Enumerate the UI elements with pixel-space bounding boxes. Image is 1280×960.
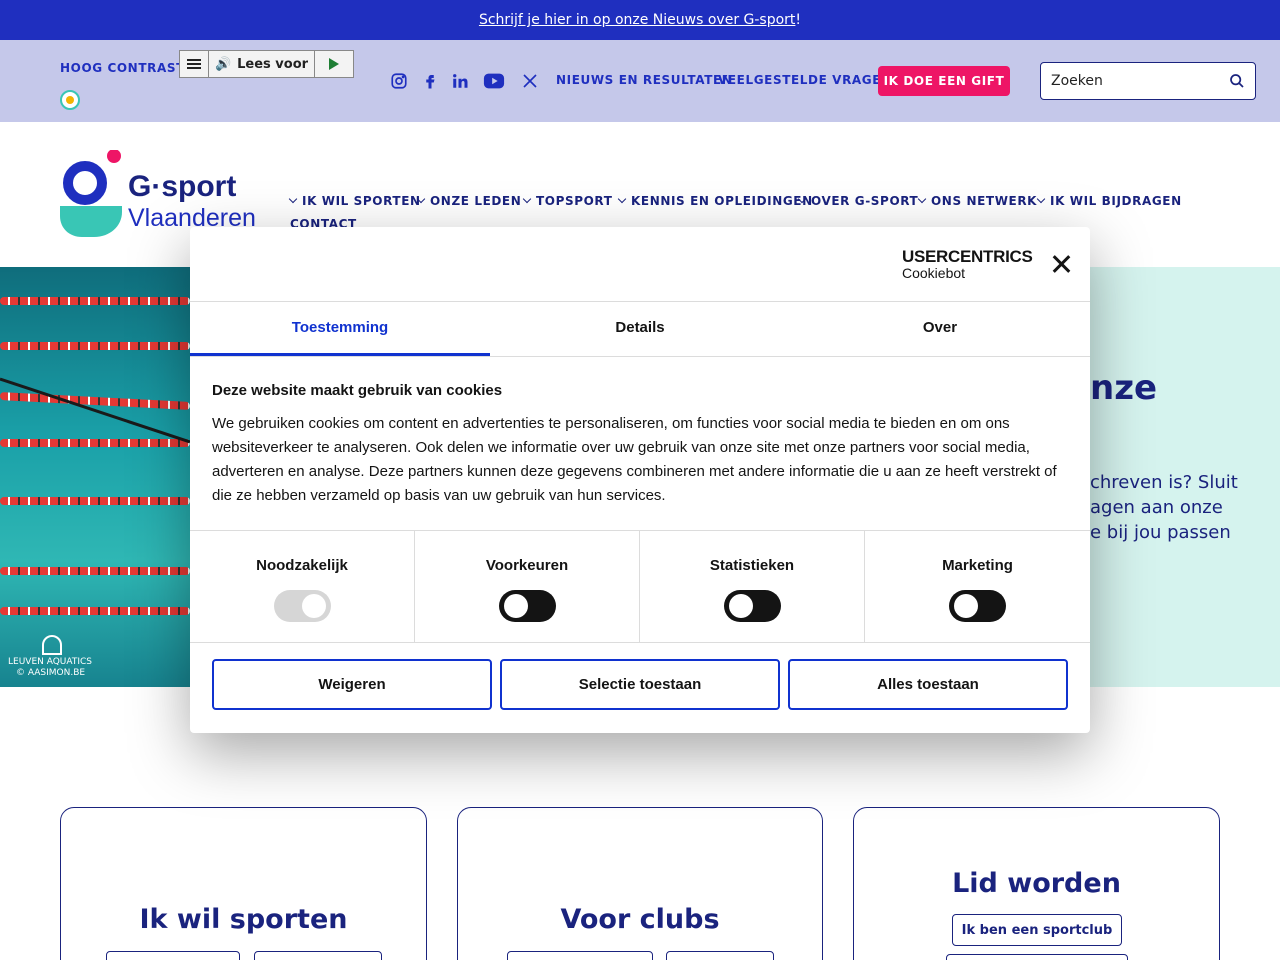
leuven-aquatics-logo	[42, 635, 62, 655]
allow-selection-button[interactable]: Selectie toestaan	[500, 659, 780, 710]
chevron-down-icon	[416, 194, 426, 204]
chevron-down-icon	[797, 194, 807, 204]
allow-all-button[interactable]: Alles toestaan	[788, 659, 1068, 710]
news-results-link[interactable]: NIEUWS EN RESULTATEN	[556, 73, 732, 87]
chevron-down-icon	[288, 194, 298, 204]
donate-button[interactable]: IK DOE EEN GIFT	[878, 66, 1010, 96]
nav-topsport[interactable]: TOPSPORT	[522, 194, 613, 208]
noodzakelijk-toggle	[274, 590, 331, 622]
logo-line1: G·sport	[128, 170, 236, 203]
card-button[interactable]	[666, 951, 774, 960]
read-aloud-widget: 🔊 Lees voor	[179, 50, 354, 78]
facebook-icon[interactable]	[420, 71, 440, 91]
dialog-heading: Deze website maakt gebruik van cookies	[212, 382, 503, 399]
hero-text: chreven is? Sluit agen aan onze e bij jo…	[1090, 472, 1238, 543]
statistieken-toggle[interactable]	[724, 590, 781, 622]
faq-link[interactable]: VEELGESTELDE VRAGEN	[718, 73, 892, 87]
card-voor-clubs: Voor clubs	[457, 807, 823, 960]
high-contrast-toggle[interactable]: HOOG CONTRAST	[60, 61, 185, 75]
newsletter-link[interactable]: Schrijf je hier in op onze Nieuws over G…	[479, 12, 795, 28]
card-title: Voor clubs	[560, 904, 720, 935]
card-button[interactable]	[507, 951, 653, 960]
chevron-down-icon	[617, 194, 627, 204]
close-icon[interactable]	[1052, 255, 1070, 273]
category-statistieken: Statistieken	[640, 531, 865, 642]
tab-details[interactable]: Details	[490, 302, 790, 356]
search-icon[interactable]	[1229, 73, 1245, 89]
tab-over[interactable]: Over	[790, 302, 1090, 356]
utility-bar: HOOG CONTRAST 🔊 Lees voor NIEUWS EN RESU…	[0, 40, 1280, 122]
hero-title: nze	[1090, 368, 1158, 408]
swimmer-arm	[0, 377, 190, 444]
nav-ik-wil-sporten[interactable]: IK WIL SPORTEN	[288, 194, 421, 208]
nav-ons-netwerk[interactable]: ONS NETWERK	[917, 194, 1037, 208]
category-marketing: Marketing	[865, 531, 1090, 642]
consent-categories: Noodzakelijk Voorkeuren Statistieken Mar…	[190, 530, 1090, 643]
card-button[interactable]	[254, 951, 382, 960]
tab-toestemming[interactable]: Toestemming	[190, 302, 490, 356]
play-icon[interactable]	[315, 51, 353, 77]
instagram-icon[interactable]	[389, 71, 409, 91]
search-input[interactable]	[1041, 63, 1211, 99]
nav-ik-wil-bijdragen[interactable]: IK WIL BIJDRAGEN	[1036, 194, 1182, 208]
read-aloud-button[interactable]: 🔊 Lees voor	[209, 51, 315, 77]
category-noodzakelijk: Noodzakelijk	[190, 531, 415, 642]
card-title: Lid worden	[952, 868, 1121, 899]
read-aloud-label: Lees voor	[237, 56, 309, 72]
dialog-tabs: Toestemming Details Over	[190, 302, 1090, 357]
chevron-down-icon	[1036, 194, 1046, 204]
sportclub-button[interactable]: Ik ben een sportclub	[952, 914, 1122, 946]
youtube-icon[interactable]	[483, 71, 505, 91]
marketing-toggle[interactable]	[949, 590, 1006, 622]
chevron-down-icon	[522, 194, 532, 204]
voorkeuren-toggle[interactable]	[499, 590, 556, 622]
chevron-down-icon	[917, 194, 927, 204]
nav-kennis-opleidingen[interactable]: KENNIS EN OPLEIDINGEN	[617, 194, 813, 208]
search-box	[1040, 62, 1256, 100]
cookiebot-logo: USERCENTRICS Cookiebot	[902, 247, 1033, 281]
speaker-icon: 🔊	[214, 56, 232, 72]
nav-over-g-sport[interactable]: OVER G-SPORT	[797, 194, 918, 208]
category-voorkeuren: Voorkeuren	[415, 531, 640, 642]
cookie-consent-dialog: USERCENTRICS Cookiebot Toestemming Detai…	[190, 227, 1090, 733]
announcement-bar: Schrijf je hier in op onze Nieuws over G…	[0, 0, 1280, 40]
card-button[interactable]	[946, 954, 1128, 960]
card-lid-worden: Lid worden Ik ben een sportclub	[853, 807, 1220, 960]
reject-button[interactable]: Weigeren	[212, 659, 492, 710]
nav-onze-leden[interactable]: ONZE LEDEN	[416, 194, 521, 208]
card-title: Ik wil sporten	[139, 904, 348, 935]
announcement-suffix: !	[795, 12, 802, 28]
card-ik-wil-sporten: Ik wil sporten	[60, 807, 427, 960]
dialog-body: Deze website maakt gebruik van cookies W…	[212, 382, 1062, 508]
card-button[interactable]	[106, 951, 240, 960]
dialog-text: We gebruiken cookies om content en adver…	[212, 415, 1057, 504]
reader-menu-icon[interactable]	[180, 51, 209, 77]
accessibility-icon[interactable]	[60, 90, 80, 110]
photo-credit: LEUVEN AQUATICS © AASIMON.BE	[8, 657, 93, 678]
linkedin-icon[interactable]	[450, 71, 470, 91]
x-icon[interactable]	[520, 71, 540, 91]
dialog-header: USERCENTRICS Cookiebot	[190, 227, 1090, 302]
hero-image: LEUVEN AQUATICS © AASIMON.BE	[0, 267, 190, 687]
